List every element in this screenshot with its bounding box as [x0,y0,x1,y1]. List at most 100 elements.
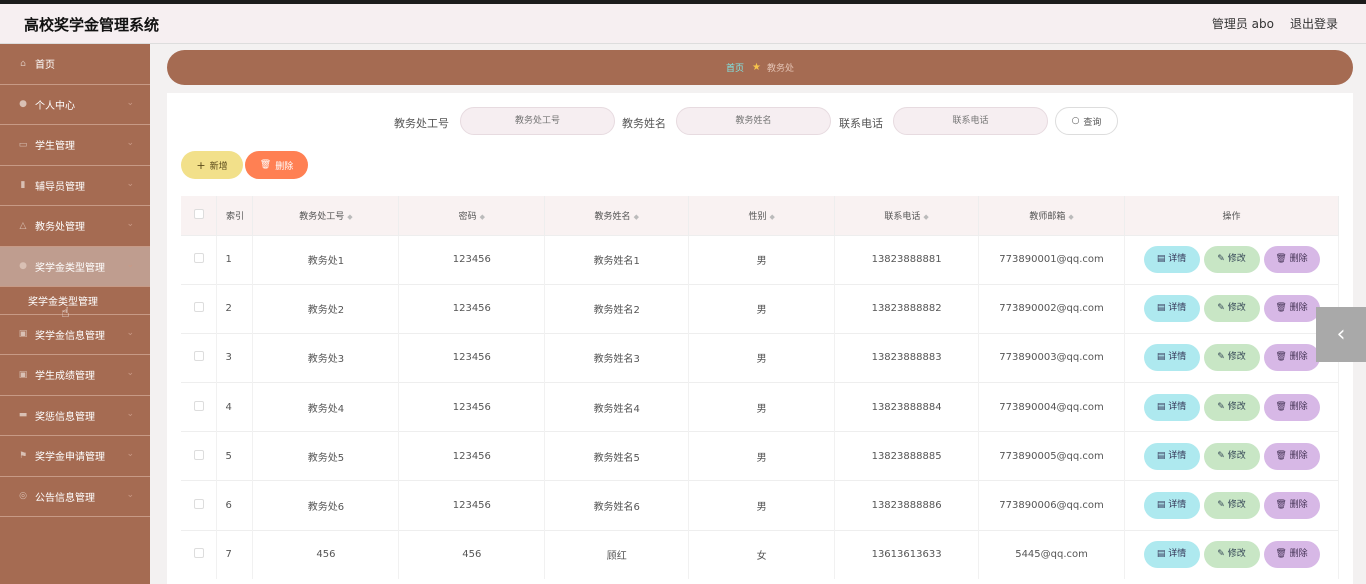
row-select-cell[interactable] [181,431,218,481]
breadcrumb-current: 教务处 [766,64,794,74]
hand-cursor-icon: ☝ [61,305,70,321]
sort-icon[interactable]: ◆ [769,213,774,221]
pencil-icon: ✎ [1217,352,1228,363]
sidebar-item-2[interactable]: ▭ 学生管理 ⌄ [0,125,150,166]
logout-link[interactable]: 退出登录 [1290,15,1338,32]
table-cell: 13823888881 [834,234,980,285]
search-id-input[interactable] [460,107,615,135]
bulk-delete-button[interactable]: 🗑 删除 [245,151,308,179]
chevron-down-icon: ⌄ [126,219,134,229]
plus-icon: + [196,158,206,172]
sort-icon[interactable]: ◆ [634,213,639,221]
trash-icon: 🗑 [1275,254,1290,265]
select-all-checkbox[interactable] [193,208,204,219]
edit-button[interactable]: ✎ 修改 [1203,492,1260,520]
sidebar-item-1[interactable]: ● 个人中心 ⌄ [0,85,150,125]
star-icon: ★ [752,62,761,73]
row-checkbox[interactable] [193,400,204,411]
row-checkbox[interactable] [193,302,204,313]
sidebar-item-6[interactable]: ▣ 奖学金信息管理 ⌄ [0,315,150,355]
table-cell: 773890002@qq.com [978,283,1126,334]
sidebar-item-3[interactable]: ▮ 辅导员管理 ⌄ [0,166,150,206]
sidebar-item-label: 奖惩信息管理 [35,411,95,423]
row-checkbox[interactable] [193,548,204,559]
row-checkbox[interactable] [193,253,204,264]
row-select-cell[interactable] [181,480,218,531]
delete-button[interactable]: 🗑 删除 [1263,492,1320,520]
detail-button[interactable]: ▤ 详情 [1143,541,1200,569]
chevron-down-icon: ⌄ [126,327,134,338]
detail-button[interactable]: ▤ 详情 [1143,344,1200,372]
sidebar-item-10[interactable]: ◎ 公告信息管理 ⌄ [0,477,150,517]
search-phone-input[interactable] [893,107,1048,135]
select-all-cell[interactable] [181,196,218,235]
chevron-down-icon: ⌄ [126,97,134,108]
box-icon: ▬ [18,410,28,421]
delete-button[interactable]: 🗑 删除 [1263,295,1320,323]
row-select-cell[interactable] [181,382,218,432]
delete-button[interactable]: 🗑 删除 [1263,541,1320,569]
sort-icon[interactable]: ◆ [347,213,352,221]
table-header-row: 索引 教务处工号 ◆ 密码 ◆ 教务姓名 ◆ 性别 ◆ 联系电话 ◆ 教师邮箱 ◆ 操作 [181,196,1339,235]
table-cell: 13823888886 [834,480,980,531]
row-select-cell[interactable] [181,234,218,285]
add-button[interactable]: + 新增 [181,151,243,179]
search-button[interactable]: ○ 查询 [1055,107,1118,135]
delete-button[interactable]: 🗑 删除 [1263,393,1320,421]
table-cell: 773890001@qq.com [978,234,1126,285]
row-actions: ▤ 详情 ✎ 修改 🗑 删除 [1124,332,1339,383]
col-gender[interactable]: 性别 ◆ [688,196,836,235]
home-icon: ⌂ [20,58,26,69]
document-icon: ▤ [1156,500,1169,511]
col-password[interactable]: 密码 ◆ [398,196,546,235]
col-id[interactable]: 教务处工号 ◆ [252,196,400,235]
row-checkbox[interactable] [193,449,204,460]
sidebar-item-label: 辅导员管理 [35,181,85,193]
sidebar-item-7[interactable]: ▣ 学生成绩管理 ⌄ [0,355,150,396]
col-name[interactable]: 教务姓名 ◆ [544,196,690,235]
chevron-left-icon: ‹ [1336,322,1346,347]
detail-button[interactable]: ▤ 详情 [1143,295,1200,323]
sidebar-item-9[interactable]: ⚑ 奖学金申请管理 ⌄ [0,436,150,477]
trash-icon: 🗑 [1275,500,1290,511]
col-actions: 操作 [1124,196,1339,235]
table-cell: 3 [216,332,254,383]
edit-button[interactable]: ✎ 修改 [1203,246,1260,274]
sidebar-item-0[interactable]: ⌂ 首页 [0,44,150,85]
detail-button[interactable]: ▤ 详情 [1143,393,1200,421]
table-cell: 5 [216,431,254,481]
submenu-item[interactable]: 奖学金类型管理 [0,286,150,315]
row-checkbox[interactable] [193,499,204,510]
main-panel: 教务处工号 教务姓名 联系电话 ○ 查询 + 新增 🗑 删除 索引 教务处工号◆… [167,93,1353,584]
delete-button[interactable]: 🗑 删除 [1263,442,1320,470]
search-name-input[interactable] [676,107,831,135]
table-row: 2 教务处2 123456 教务姓名2 男 13823888882 773890002@qq… [181,283,1339,334]
col-email[interactable]: 教师邮箱 ◆ [978,196,1126,235]
collapse-panel-button[interactable]: ‹ [1316,307,1366,362]
detail-button[interactable]: ▤ 详情 [1143,442,1200,470]
edit-button[interactable]: ✎ 修改 [1203,393,1260,421]
edit-button[interactable]: ✎ 修改 [1203,541,1260,569]
search-button-label: 查询 [1083,117,1102,128]
row-select-cell[interactable] [181,283,218,334]
sort-icon[interactable]: ◆ [1068,213,1073,221]
row-select-cell[interactable] [181,332,218,383]
sort-icon[interactable]: ◆ [480,213,485,221]
sidebar-item-4[interactable]: △ 教务处管理 ⌄ [0,206,150,247]
sidebar-item-5[interactable]: ● 奖学金类型管理 ⌄ [0,246,150,287]
sort-icon[interactable]: ◆ [923,213,928,221]
edit-button[interactable]: ✎ 修改 [1203,442,1260,470]
sidebar-item-8[interactable]: ▬ 奖惩信息管理 ⌄ [0,396,150,436]
edit-button[interactable]: ✎ 修改 [1203,295,1260,323]
delete-button[interactable]: 🗑 删除 [1263,344,1320,372]
row-checkbox[interactable] [193,351,204,362]
breadcrumb-home[interactable]: 首页 [726,61,744,74]
row-select-cell[interactable] [181,529,218,580]
delete-button[interactable]: 🗑 删除 [1263,246,1320,274]
col-phone[interactable]: 联系电话 ◆ [834,196,980,235]
sidebar-item-label: 学生管理 [35,141,75,153]
edit-button[interactable]: ✎ 修改 [1203,344,1260,372]
detail-button[interactable]: ▤ 详情 [1143,492,1200,520]
detail-button[interactable]: ▤ 详情 [1143,246,1200,274]
table-cell: 123456 [398,382,546,432]
